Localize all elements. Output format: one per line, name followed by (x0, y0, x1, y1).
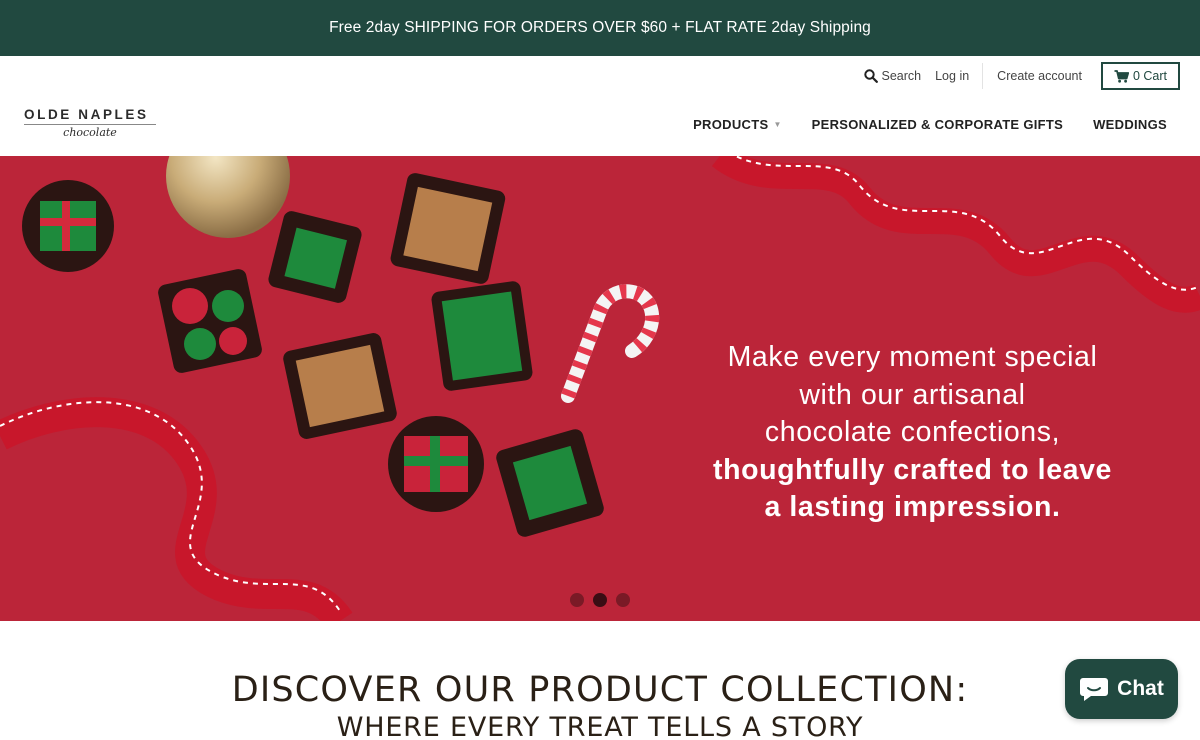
account-links: Search Log in Create account 0 Cart (850, 62, 1180, 90)
hero-line-4: thoughtfully crafted to leave (712, 453, 1113, 486)
logo-name: OLDE NAPLES (24, 107, 149, 122)
search-link[interactable]: Search (863, 69, 922, 83)
site-header: Search Log in Create account 0 Cart OLDE… (0, 56, 1200, 156)
cart-label: 0 Cart (1132, 69, 1167, 83)
announcement-bar: Free 2day SHIPPING FOR ORDERS OVER $60 +… (0, 0, 1200, 56)
site-logo[interactable]: OLDE NAPLES chocolate (24, 107, 158, 147)
chat-button[interactable]: Chat (1065, 659, 1178, 719)
logo-tagline: chocolate (63, 126, 117, 139)
collection-subtitle: WHERE EVERY TREAT TELLS A STORY (336, 712, 864, 740)
hero-caption: Make every moment special with our artis… (660, 339, 1165, 527)
nav-products[interactable]: PRODUCTS ▼ (693, 117, 782, 132)
slide-dot-2[interactable] (593, 593, 607, 607)
hero-line-2: with our artisanal (799, 378, 1026, 411)
hero-slideshow[interactable]: Make every moment special with our artis… (0, 156, 1200, 621)
main-nav: PRODUCTS ▼ PERSONALIZED & CORPORATE GIFT… (663, 117, 1167, 132)
hero-line-3: chocolate confections, (764, 416, 1061, 448)
collection-title: DISCOVER OUR PRODUCT COLLECTION: (231, 670, 969, 710)
chat-label: Chat (1117, 677, 1164, 700)
search-label: Search (881, 69, 922, 83)
search-icon (863, 69, 878, 83)
logo-rule (24, 124, 156, 125)
announcement-text: Free 2day SHIPPING FOR ORDERS OVER $60 +… (329, 19, 871, 36)
divider (982, 63, 984, 89)
create-account-link[interactable]: Create account (997, 69, 1082, 83)
cart-icon (1114, 69, 1129, 83)
hero-line-5: a lasting impression. (764, 491, 1061, 523)
chevron-down-icon: ▼ (773, 120, 782, 129)
chat-bubble-icon (1080, 678, 1109, 701)
nav-personalized-corporate-gifts[interactable]: PERSONALIZED & CORPORATE GIFTS (812, 117, 1063, 132)
collection-heading: DISCOVER OUR PRODUCT COLLECTION: WHERE E… (0, 668, 1200, 740)
login-link[interactable]: Log in (935, 69, 969, 83)
hero-line-1: Make every moment special (727, 341, 1098, 373)
slide-indicators (0, 593, 1200, 607)
slide-dot-1[interactable] (570, 593, 584, 607)
cart-button[interactable]: 0 Cart (1100, 62, 1180, 90)
nav-products-label: PRODUCTS (693, 117, 769, 132)
slide-dot-3[interactable] (616, 593, 630, 607)
nav-weddings[interactable]: WEDDINGS (1093, 117, 1167, 132)
